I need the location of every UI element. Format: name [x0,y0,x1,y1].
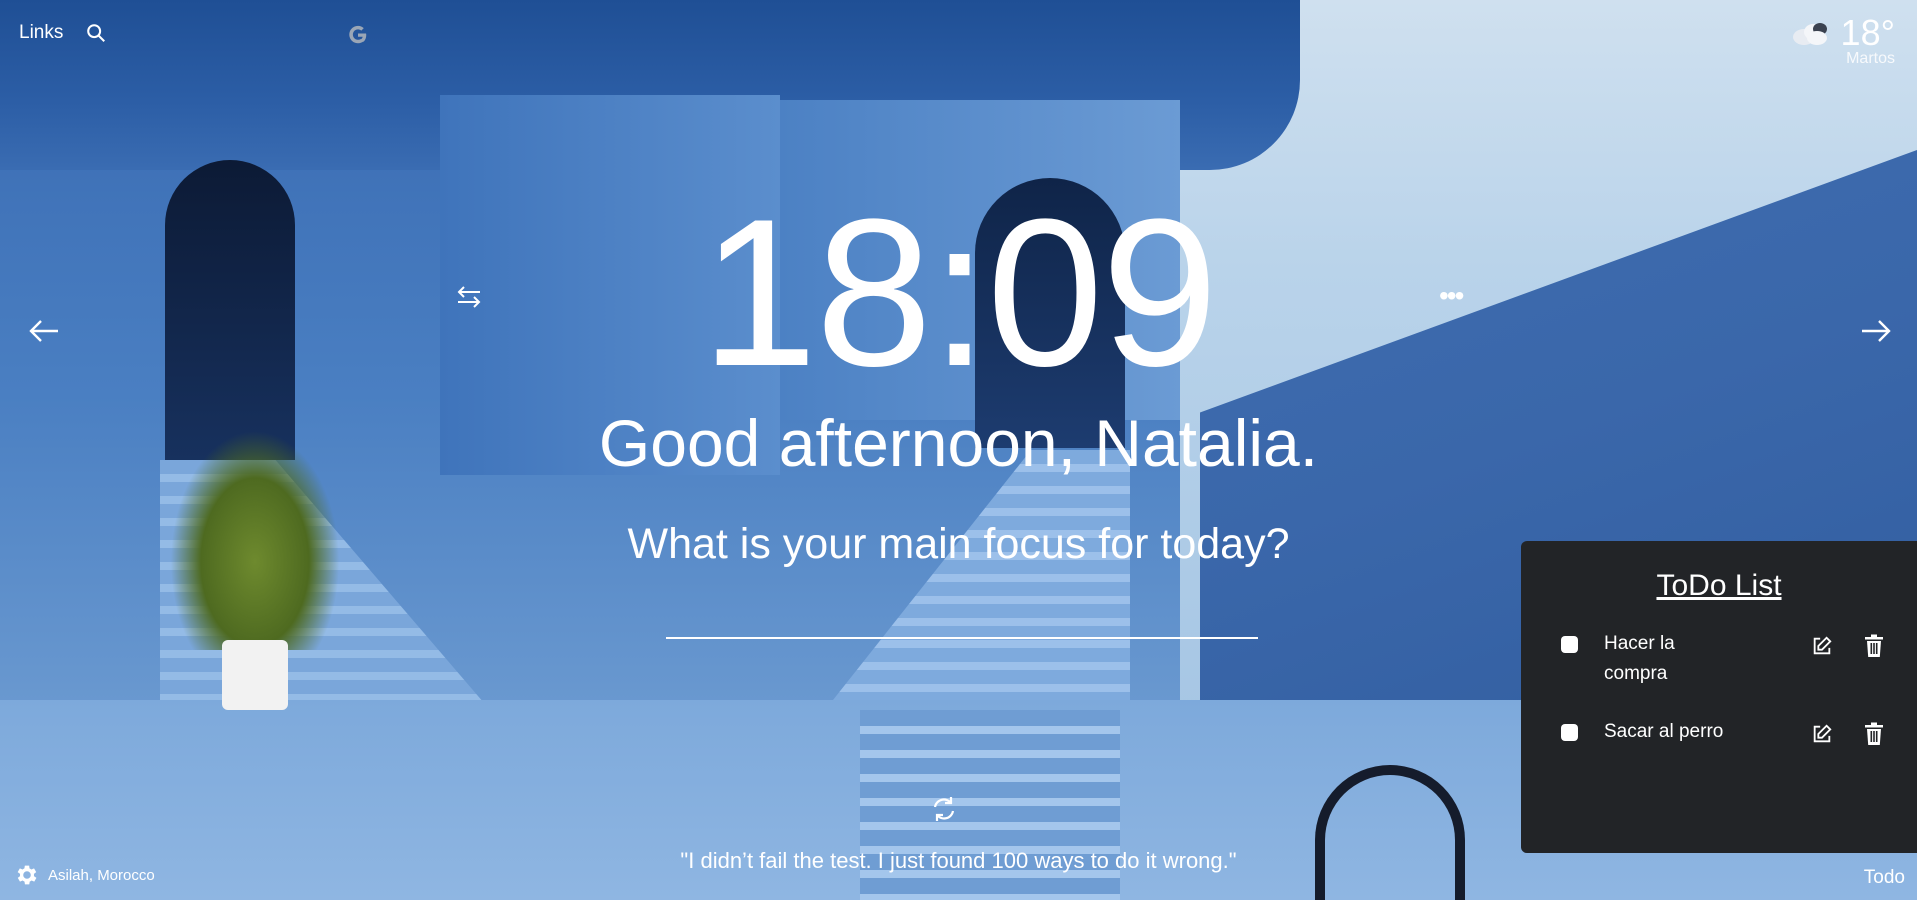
focus-input[interactable] [666,605,1258,639]
links-button[interactable]: Links [19,22,63,44]
google-icon[interactable] [347,24,369,46]
weather-temperature: 18° [1840,12,1895,53]
todo-checkbox[interactable] [1561,724,1578,741]
trash-icon[interactable] [1864,634,1884,658]
todo-item-text: Hacer la compra [1604,633,1675,684]
search-icon[interactable] [85,22,107,44]
trash-icon[interactable] [1864,722,1884,746]
todo-toggle-button[interactable]: Todo [1864,867,1905,889]
photo-location: Asilah, Morocco [48,866,155,884]
clock: 18:09 [700,175,1219,410]
todo-panel: ToDo List Hacer la compra Sacar al perro [1521,541,1917,853]
todo-item: Sacar al perro [1561,717,1901,777]
gear-icon[interactable] [14,862,40,888]
cloud-icon [1793,23,1828,45]
greeting: Good afternoon, Natalia. [598,406,1319,480]
todo-item: Hacer la compra [1561,629,1901,689]
edit-icon[interactable] [1811,723,1833,745]
todo-checkbox[interactable] [1561,636,1578,653]
refresh-icon[interactable] [929,794,959,824]
edit-icon[interactable] [1811,635,1833,657]
weather-widget[interactable]: 18° Martos [1790,12,1895,68]
todo-item-text: Sacar al perro [1604,721,1724,742]
todo-title: ToDo List [1656,569,1782,602]
top-left-bar: Links [19,22,107,44]
weather-location: Martos [1846,50,1895,67]
photo-info: Asilah, Morocco [14,862,155,888]
